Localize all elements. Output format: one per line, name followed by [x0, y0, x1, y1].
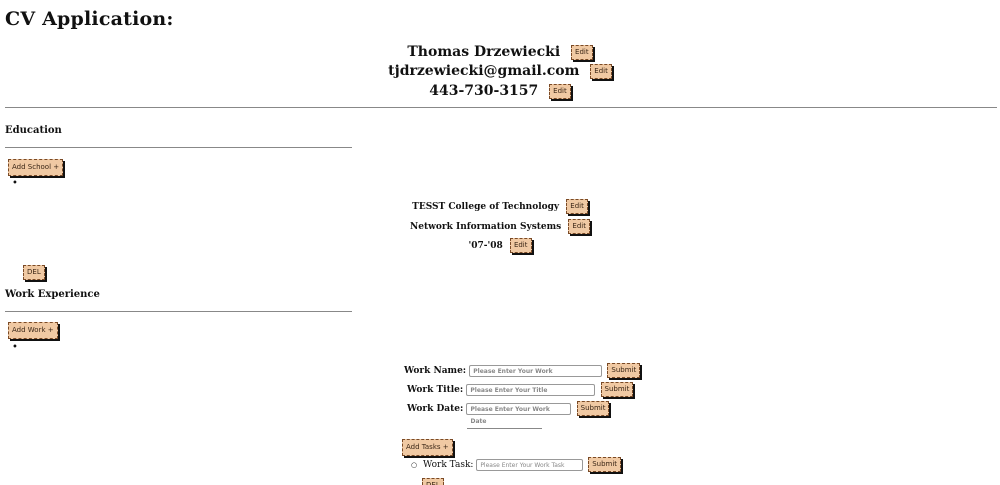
edit-school-button[interactable]: Edit	[566, 199, 588, 214]
work-task-submit-button[interactable]: Submit	[588, 457, 622, 472]
header-name: Thomas Drzewiecki	[407, 44, 561, 60]
work-heading: Work Experience	[5, 289, 100, 300]
delete-task-button[interactable]: DEL	[422, 478, 444, 485]
work-divider	[5, 311, 352, 312]
edit-dates-button[interactable]: Edit	[509, 238, 532, 253]
add-school-button[interactable]: Add School +	[8, 159, 64, 176]
work-form-divider	[467, 428, 542, 429]
education-heading: Education	[5, 125, 62, 136]
work-date-label: Work Date:	[407, 404, 464, 414]
education-list-bullet: •	[12, 178, 18, 189]
edit-email-button[interactable]: Edit	[590, 63, 612, 79]
work-task-label: Work Task:	[422, 460, 474, 470]
education-dates: '07-'08	[468, 241, 503, 251]
edit-phone-button[interactable]: Edit	[549, 83, 571, 99]
add-work-button[interactable]: Add Work +	[8, 322, 58, 339]
work-name-row: Work Name: Please Enter Your Work Submit	[404, 363, 641, 378]
header-email-row: tjdrzewiecki@gmail.com Edit	[0, 63, 1000, 79]
work-date-submit-button[interactable]: Submit	[576, 401, 610, 416]
work-date-input[interactable]: Please Enter Your Work Date	[466, 402, 572, 425]
work-date-row: Work Date: Please Enter Your Work Date S…	[407, 401, 610, 425]
education-school: TESST College of Technology	[412, 202, 560, 212]
work-name-input[interactable]: Please Enter Your Work	[469, 364, 603, 377]
work-title-row: Work Title: Please Enter Your Title Subm…	[407, 382, 634, 397]
work-list-bullet: •	[12, 342, 18, 353]
work-title-input[interactable]: Please Enter Your Title	[466, 383, 596, 396]
work-task-row: ○ Work Task: Please Enter Your Work Task…	[411, 457, 622, 472]
work-name-label: Work Name:	[404, 366, 467, 376]
app-title: CV Application:	[5, 8, 174, 30]
header-divider	[5, 107, 997, 108]
delete-task-partial: DEL	[422, 475, 444, 485]
header-name-row: Thomas Drzewiecki Edit	[0, 44, 1000, 60]
task-bullet: ○	[411, 461, 418, 469]
header-phone-row: 443-730-3157 Edit	[0, 83, 1000, 99]
education-school-row: TESST College of Technology Edit	[0, 199, 1000, 214]
work-title-label: Work Title:	[407, 385, 464, 395]
add-tasks-button[interactable]: Add Tasks +	[402, 439, 453, 456]
header-phone: 443-730-3157	[429, 83, 539, 99]
education-program-row: Network Information Systems Edit	[0, 219, 1000, 234]
work-task-input[interactable]: Please Enter Your Work Task	[476, 458, 584, 471]
add-work-container: Add Work +	[8, 320, 58, 339]
add-tasks-container: Add Tasks +	[402, 437, 453, 456]
delete-school-button[interactable]: DEL	[23, 265, 45, 280]
education-program: Network Information Systems	[410, 222, 562, 232]
header-email: tjdrzewiecki@gmail.com	[388, 63, 580, 79]
edit-name-button[interactable]: Edit	[571, 44, 593, 60]
education-divider	[5, 147, 352, 148]
delete-school-container: DEL	[23, 262, 45, 281]
work-title-submit-button[interactable]: Submit	[600, 382, 634, 397]
education-dates-row: '07-'08 Edit	[0, 238, 1000, 253]
add-school-container: Add School +	[8, 157, 64, 176]
edit-program-button[interactable]: Edit	[568, 219, 590, 234]
work-name-submit-button[interactable]: Submit	[607, 363, 641, 378]
